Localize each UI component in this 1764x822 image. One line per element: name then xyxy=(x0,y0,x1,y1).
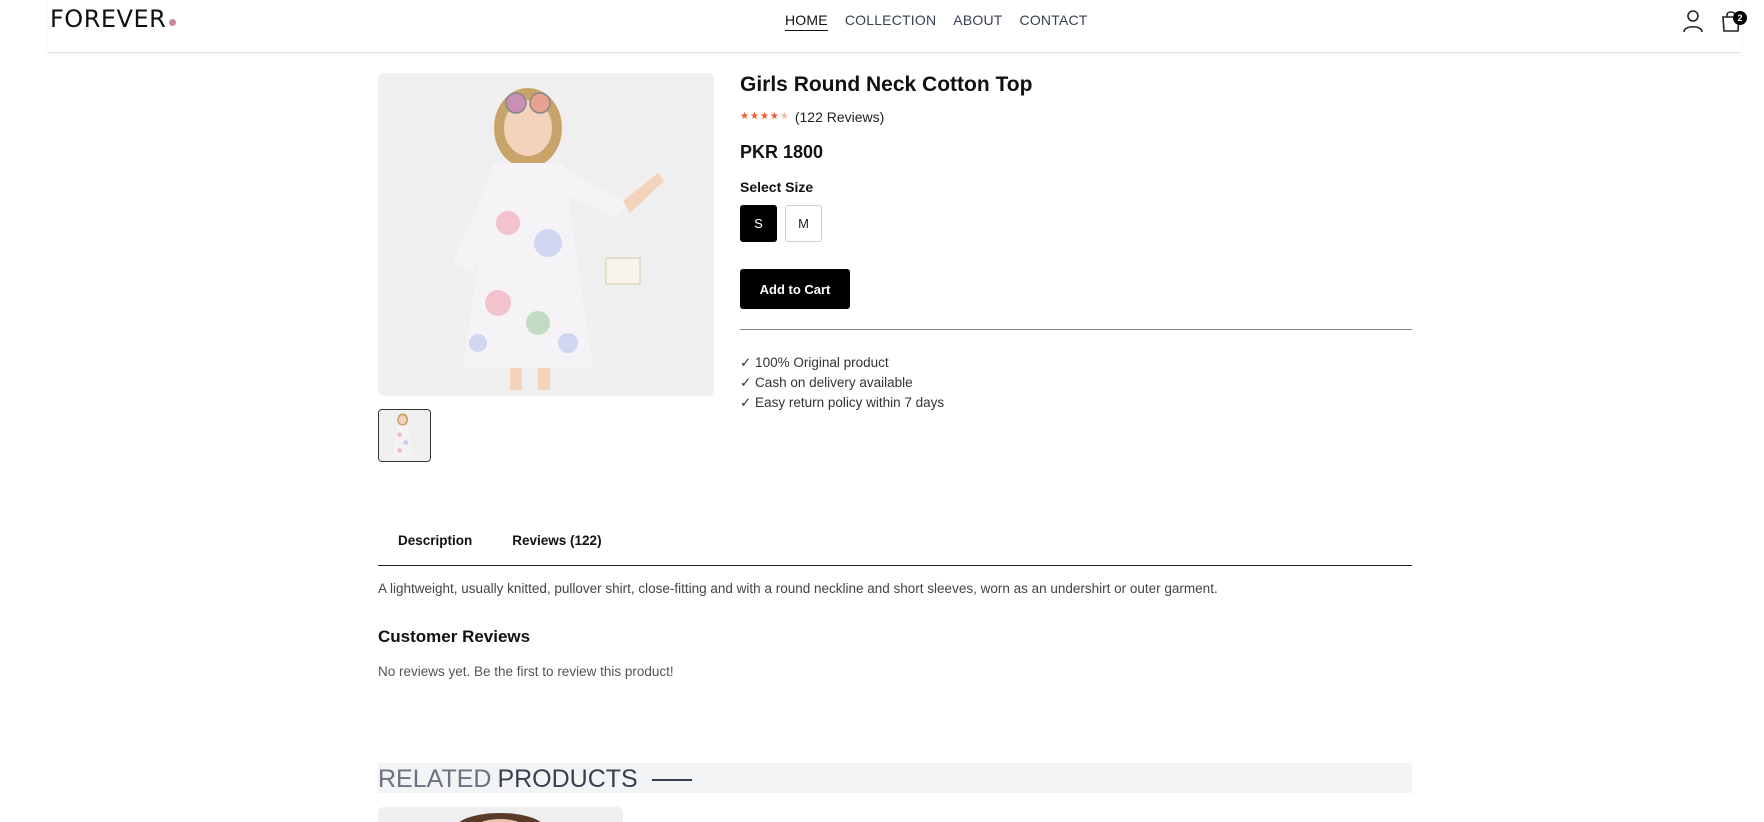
star-icon: ★ xyxy=(740,111,749,122)
nav-home[interactable]: HOME xyxy=(785,12,828,31)
product-title: Girls Round Neck Cotton Top xyxy=(740,73,1033,96)
logo-text: FOREVER xyxy=(50,5,167,33)
tab-reviews[interactable]: Reviews (122) xyxy=(492,526,621,565)
size-options: S M xyxy=(740,205,1412,242)
star-empty-icon: ★ xyxy=(779,111,789,122)
review-count[interactable]: (122 Reviews) xyxy=(795,109,884,125)
product-gallery xyxy=(378,73,714,462)
size-option-m[interactable]: M xyxy=(785,205,822,242)
feature-item: ✓ 100% Original product xyxy=(740,355,889,370)
product-info: Girls Round Neck Cotton Top ★ ★ ★ ★ ★ (1… xyxy=(740,73,1412,413)
product-rating: ★ ★ ★ ★ ★ (122 Reviews) xyxy=(740,109,1412,125)
related-product-card[interactable] xyxy=(378,807,623,822)
star-icon: ★ xyxy=(759,111,769,122)
main-nav: HOME COLLECTION ABOUT CONTACT xyxy=(785,12,1088,31)
brand-logo[interactable]: FOREVER xyxy=(50,5,177,33)
related-products-title: RELATED PRODUCTS xyxy=(378,765,692,794)
product-tabs: Description Reviews (122) xyxy=(378,526,1412,566)
tab-description[interactable]: Description xyxy=(378,526,492,565)
product-main-image xyxy=(378,73,714,396)
nav-collection[interactable]: COLLECTION xyxy=(845,12,936,31)
nav-about[interactable]: ABOUT xyxy=(953,12,1002,31)
product-features: ✓ 100% Original product ✓ Cash on delive… xyxy=(740,353,1412,413)
rating-stars: ★ ★ ★ ★ ★ xyxy=(740,112,789,122)
cart-count-badge: 2 xyxy=(1733,11,1747,25)
star-icon: ★ xyxy=(769,111,779,122)
logo-dot xyxy=(169,19,177,26)
size-option-s[interactable]: S xyxy=(740,205,777,242)
site-header: FOREVER HOME COLLECTION ABOUT CONTACT 2 xyxy=(48,0,1747,53)
related-title-b: PRODUCTS xyxy=(497,765,638,793)
feature-item: ✓ Cash on delivery available xyxy=(740,375,913,390)
size-label: Select Size xyxy=(740,179,814,195)
add-to-cart-button[interactable]: Add to Cart xyxy=(740,269,850,309)
star-icon: ★ xyxy=(749,111,759,122)
user-icon[interactable] xyxy=(1682,9,1704,33)
product-description: A lightweight, usually knitted, pullover… xyxy=(378,581,1218,596)
cart-button[interactable]: 2 xyxy=(1720,9,1747,33)
product-thumbnail[interactable] xyxy=(378,409,431,462)
product-price: PKR 1800 xyxy=(740,142,824,162)
feature-item: ✓ Easy return policy within 7 days xyxy=(740,395,945,410)
related-title-a: RELATED xyxy=(378,765,492,793)
title-underline xyxy=(651,778,692,781)
divider xyxy=(740,329,1412,330)
customer-reviews-heading: Customer Reviews xyxy=(378,627,531,646)
related-products-header: RELATED PRODUCTS xyxy=(378,763,1412,793)
no-reviews-message: No reviews yet. Be the first to review t… xyxy=(378,664,674,679)
nav-contact[interactable]: CONTACT xyxy=(1020,12,1088,31)
header-actions: 2 xyxy=(1682,9,1747,33)
